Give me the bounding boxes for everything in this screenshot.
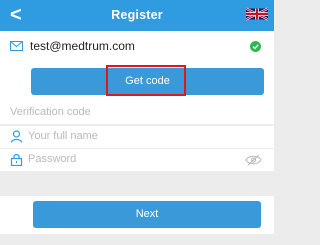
email-value: test@medtrum.com [30, 39, 135, 53]
app-header: < Register [0, 0, 274, 31]
verification-code-field[interactable]: Verification code [0, 102, 274, 125]
verification-code-placeholder: Verification code [10, 106, 91, 118]
full-name-placeholder: Your full name [28, 130, 98, 142]
eye-off-icon[interactable] [245, 154, 262, 166]
lock-icon [10, 154, 23, 166]
highlight-box [106, 65, 186, 96]
next-button[interactable]: Next [33, 201, 261, 228]
person-icon [10, 130, 23, 143]
page-title: Register [111, 8, 163, 22]
full-name-field[interactable]: Your full name [0, 126, 274, 149]
green-check-icon [250, 41, 261, 52]
password-placeholder: Password [28, 153, 77, 165]
email-row[interactable]: test@medtrum.com [0, 31, 274, 61]
envelope-icon [10, 41, 23, 51]
password-field[interactable]: Password [0, 149, 274, 172]
uk-flag-icon[interactable] [246, 7, 268, 21]
next-section: Next [0, 196, 274, 234]
